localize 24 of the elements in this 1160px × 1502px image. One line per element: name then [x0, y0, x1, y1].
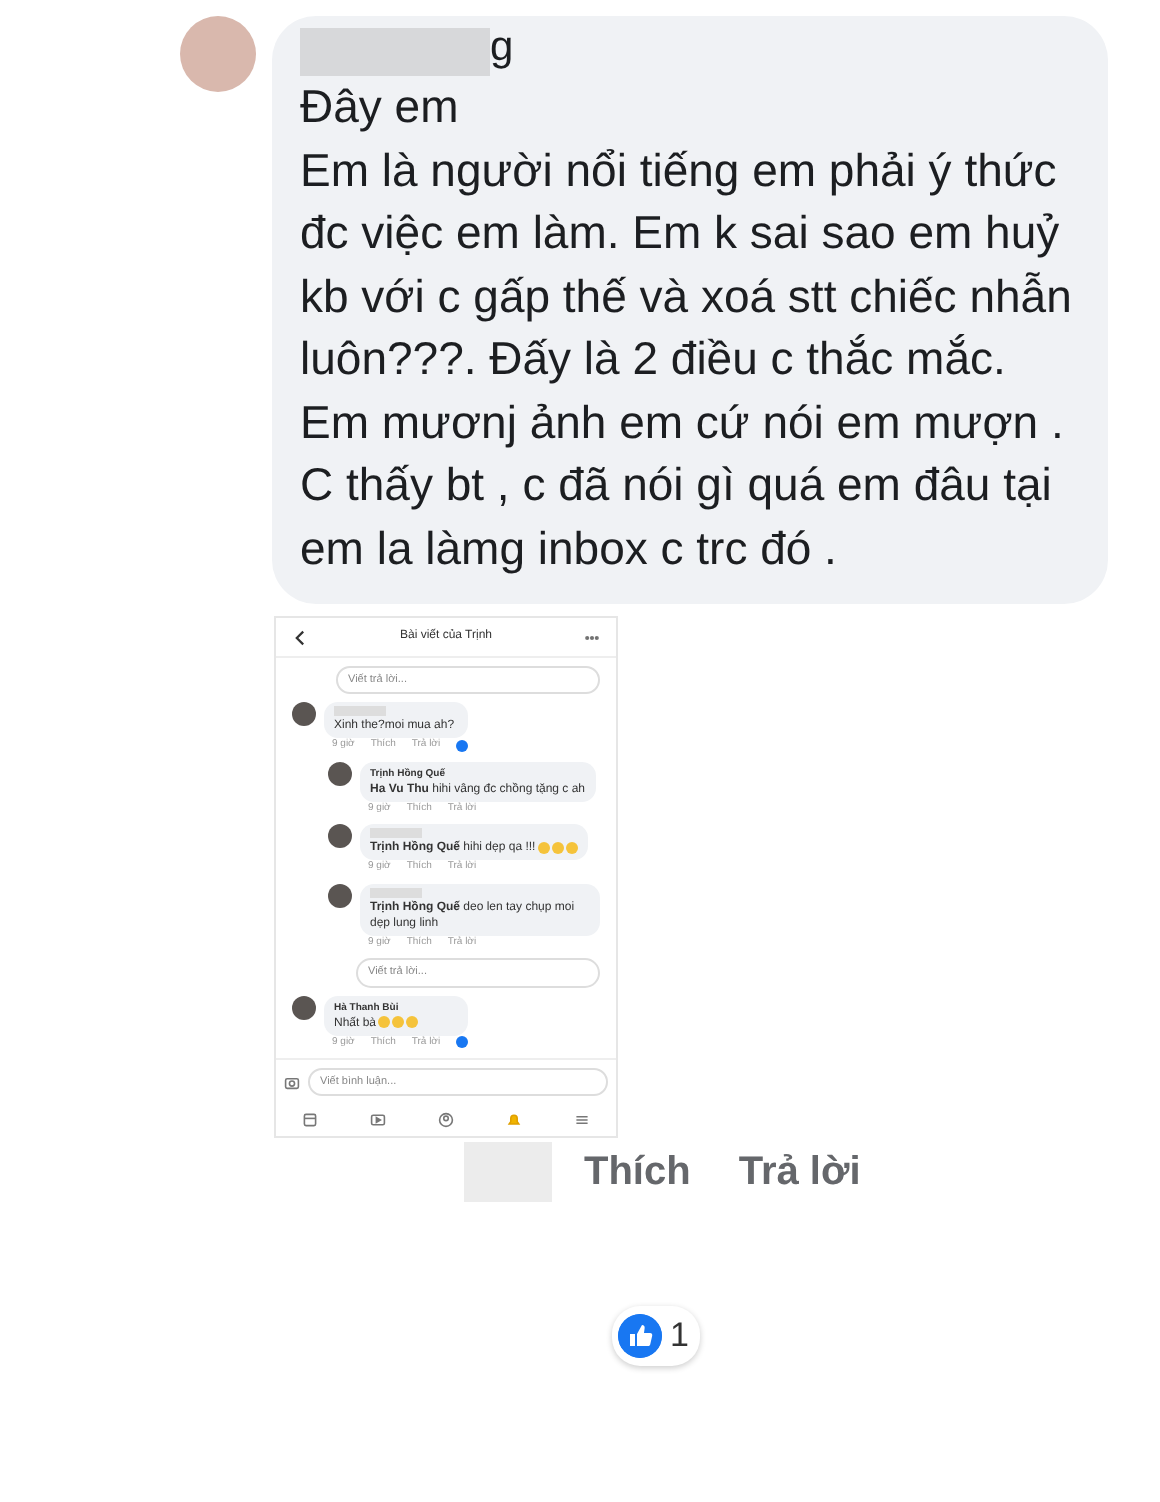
- reaction-badge[interactable]: 1: [612, 1306, 701, 1365]
- avatar: [328, 761, 352, 786]
- menu-icon[interactable]: [574, 1112, 590, 1129]
- redacted-name: [370, 887, 422, 898]
- avatar: [292, 995, 316, 1019]
- back-icon[interactable]: [292, 629, 308, 645]
- reaction-count: 1: [670, 1314, 689, 1358]
- like-link[interactable]: Thích: [584, 1142, 691, 1203]
- avatar: [328, 883, 352, 908]
- bell-icon[interactable]: [506, 1112, 522, 1129]
- video-icon[interactable]: [370, 1112, 386, 1129]
- camera-icon[interactable]: [284, 1074, 300, 1091]
- author-name[interactable]: g: [490, 24, 514, 70]
- thumbs-up-icon: [618, 1313, 662, 1358]
- avatar: [180, 16, 256, 92]
- comment-text: Đây em: [300, 78, 461, 136]
- redacted-name: [370, 828, 422, 839]
- profile-icon[interactable]: [438, 1112, 454, 1129]
- redacted-name: [334, 706, 386, 717]
- reply-link[interactable]: Trả lời: [738, 1142, 861, 1203]
- avatar: [292, 702, 316, 727]
- feed-icon[interactable]: [302, 1112, 318, 1129]
- comment-text: Em là người nổi tiếng em phải ý thức đc việc em làm. Em k sai sao em huỷ kb với c gấp thế và xoá stt chiếc nhẫn luôn???. Đấy là 2 điều c thắc mắc. Em mươnj ảnh em cứ nói em mượn . C thấy bt , c đã nói gì quá em đâu tại em la làmg inbox c trc đó .: [300, 141, 1074, 578]
- avatar: [328, 824, 352, 849]
